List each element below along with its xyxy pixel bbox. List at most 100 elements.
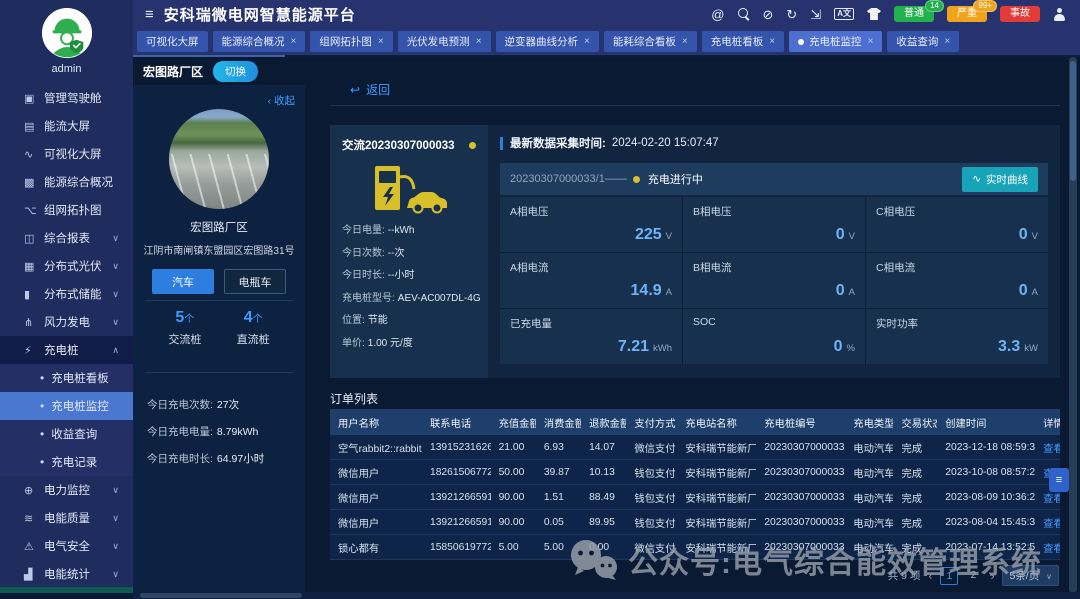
device-stat-row: 单价:1.00 元/度 bbox=[342, 334, 476, 349]
sidebar-item-组网拓扑图[interactable]: ⌥组网拓扑图 bbox=[0, 196, 133, 224]
collapse-link[interactable]: ‹ 收起 bbox=[268, 93, 295, 108]
view-detail-link[interactable]: 查看 bbox=[1035, 540, 1060, 555]
user-avatar[interactable] bbox=[42, 8, 92, 58]
sidebar-subitem-收益查询[interactable]: •收益查询 bbox=[0, 420, 133, 448]
tab-能源综合概况[interactable]: 能源综合概况× bbox=[213, 31, 306, 52]
metric-A相电压: A相电压225V bbox=[500, 197, 682, 252]
divider bbox=[330, 105, 1060, 106]
menu-toggle-icon[interactable]: ≡ bbox=[145, 6, 154, 23]
caret-down-icon: ∨ bbox=[1046, 572, 1052, 581]
sidebar-item-风力发电[interactable]: ⋔风力发电∨ bbox=[0, 308, 133, 336]
sidebar-item-电能统计[interactable]: ▟电能统计∨ bbox=[0, 560, 133, 588]
mute-icon[interactable]: ⊘ bbox=[763, 8, 774, 21]
realtime-curve-button[interactable]: ∿ 实时曲线 bbox=[962, 167, 1038, 192]
sidebar-item-电气安全[interactable]: ⚠电气安全∨ bbox=[0, 532, 133, 560]
tab-close-icon[interactable]: × bbox=[291, 36, 297, 47]
fullscreen-icon[interactable]: ⇲ bbox=[810, 8, 821, 21]
table-cell: 安科瑞节能新厂 bbox=[677, 440, 756, 455]
tab-逆变器曲线分析[interactable]: 逆变器曲线分析× bbox=[496, 31, 599, 52]
alarm-badge-normal[interactable]: 普通 14 bbox=[894, 6, 934, 22]
device-name: 交流20230307000033 bbox=[342, 137, 455, 153]
sidebar-item-分布式光伏[interactable]: ▦分布式光伏∨ bbox=[0, 252, 133, 280]
vertical-scrollbar-thumb[interactable] bbox=[1070, 61, 1076, 181]
sidebar-subitem-充电记录[interactable]: •充电记录 bbox=[0, 448, 133, 476]
tab-充电桩监控[interactable]: 充电桩监控× bbox=[789, 31, 882, 52]
sidebar-item-充电桩[interactable]: ⚡充电桩∧ bbox=[0, 336, 133, 364]
page-size-value: 5条/页 bbox=[1009, 570, 1039, 582]
at-icon[interactable]: @ bbox=[711, 8, 724, 21]
tab-close-icon[interactable]: × bbox=[868, 36, 874, 47]
sidebar-item-电力监控[interactable]: ⊕电力监控∨ bbox=[0, 476, 133, 504]
search-icon[interactable] bbox=[738, 8, 750, 20]
metric-实时功率: 实时功率3.3kW bbox=[866, 309, 1048, 364]
sidebar-item-分布式储能[interactable]: ▮分布式储能∨ bbox=[0, 280, 133, 308]
tab-close-icon[interactable]: × bbox=[378, 36, 384, 47]
tab-充电桩看板[interactable]: 充电桩看板× bbox=[702, 31, 784, 52]
sidebar-subitem-充电桩看板[interactable]: •充电桩看板 bbox=[0, 364, 133, 392]
active-tab-dot bbox=[798, 39, 804, 45]
metric-label: A相电流 bbox=[510, 260, 549, 275]
translate-icon[interactable]: A文 bbox=[834, 8, 854, 20]
tab-可视化大屏[interactable]: 可视化大屏 bbox=[137, 31, 208, 52]
vehicle-tab-car[interactable]: 汽车 bbox=[152, 269, 214, 294]
curve-button-label: 实时曲线 bbox=[986, 172, 1028, 187]
view-detail-link[interactable]: 查看 bbox=[1035, 515, 1060, 530]
metric-value: 14.9 bbox=[631, 282, 662, 299]
chevron-down-icon: ∨ bbox=[112, 513, 119, 524]
tab-close-icon[interactable]: × bbox=[476, 36, 482, 47]
sidebar-item-label: 分布式光伏 bbox=[44, 258, 102, 274]
metric-value: 0 bbox=[836, 282, 845, 299]
tab-光伏发电预测[interactable]: 光伏发电预测× bbox=[398, 31, 491, 52]
sidebar-item-可视化大屏[interactable]: ∿可视化大屏 bbox=[0, 140, 133, 168]
metric-label: A相电压 bbox=[510, 204, 549, 219]
tab-close-icon[interactable]: × bbox=[944, 36, 950, 47]
sidebar-item-电能质量[interactable]: ≋电能质量∨ bbox=[0, 504, 133, 532]
tab-close-icon[interactable]: × bbox=[769, 36, 775, 47]
sidebar-item-综合报表[interactable]: ◫综合报表∨ bbox=[0, 224, 133, 252]
metric-value: 0 bbox=[1019, 282, 1028, 299]
sidebar-icon-电力监控: ⊕ bbox=[24, 484, 44, 497]
switch-station-button[interactable]: 切换 bbox=[213, 61, 258, 82]
alarm-badge-accident[interactable]: 事故 bbox=[1000, 6, 1040, 22]
page-button-2[interactable]: 2 bbox=[964, 567, 982, 585]
tab-收益查询[interactable]: 收益查询× bbox=[887, 31, 959, 52]
table-cell: 14.07 bbox=[581, 442, 626, 453]
tab-能耗综合看板[interactable]: 能耗综合看板× bbox=[604, 31, 697, 52]
table-cell: 15850619772 bbox=[422, 542, 491, 553]
tab-close-icon[interactable]: × bbox=[682, 36, 688, 47]
sidebar-icon-综合报表: ◫ bbox=[24, 232, 44, 245]
station-name: 宏图路厂区 bbox=[133, 219, 305, 235]
alarm-badge-serious[interactable]: 严重 99+ bbox=[947, 6, 987, 22]
stat-charge-energy: 今日充电电量:8.79kWh bbox=[147, 424, 264, 439]
username: admin bbox=[0, 63, 133, 75]
column-header-充电站名称: 充电站名称 bbox=[677, 415, 756, 430]
sidebar-item-label: 能流大屏 bbox=[44, 118, 90, 134]
metric-SOC: SOC0% bbox=[683, 309, 865, 364]
alarm-normal-count: 14 bbox=[925, 0, 944, 12]
vehicle-tab-scooter[interactable]: 电瓶车 bbox=[224, 269, 286, 294]
horizontal-scrollbar[interactable] bbox=[133, 592, 1080, 599]
sidebar-item-管理驾驶舱[interactable]: ▣管理驾驶舱 bbox=[0, 84, 133, 112]
page-size-select[interactable]: 5条/页 ∨ bbox=[1002, 565, 1059, 586]
sidebar-subitem-充电桩监控[interactable]: •充电桩监控 bbox=[0, 392, 133, 420]
tab-close-icon[interactable]: × bbox=[584, 36, 590, 47]
view-detail-link[interactable]: 查看 bbox=[1035, 440, 1060, 455]
sidebar-item-能源综合概况[interactable]: ▩能源综合概况 bbox=[0, 168, 133, 196]
theme-shirt-icon[interactable] bbox=[867, 8, 881, 20]
page-button-1[interactable]: 1 bbox=[940, 567, 958, 585]
table-settings-button[interactable]: ≡ bbox=[1049, 468, 1069, 492]
metric-value: 7.21 bbox=[618, 338, 649, 355]
back-button[interactable]: ↩ 返回 bbox=[350, 81, 390, 98]
vertical-scrollbar[interactable] bbox=[1069, 57, 1077, 593]
dc-pile-number: 4 bbox=[244, 309, 253, 326]
ac-pile-label: 交流桩 bbox=[168, 331, 201, 347]
stat-charge-duration: 今日充电时长:64.97小时 bbox=[147, 451, 264, 466]
next-page-icon[interactable]: › bbox=[990, 569, 994, 583]
horizontal-scrollbar-thumb[interactable] bbox=[140, 593, 302, 598]
tab-组网拓扑图[interactable]: 组网拓扑图× bbox=[310, 31, 392, 52]
prev-page-icon[interactable]: ‹ bbox=[928, 569, 932, 583]
metric-value-wrap: 0V bbox=[1019, 226, 1038, 244]
user-icon[interactable] bbox=[1053, 8, 1066, 21]
sidebar-item-能流大屏[interactable]: ▤能流大屏 bbox=[0, 112, 133, 140]
refresh-icon[interactable]: ↻ bbox=[786, 8, 797, 21]
